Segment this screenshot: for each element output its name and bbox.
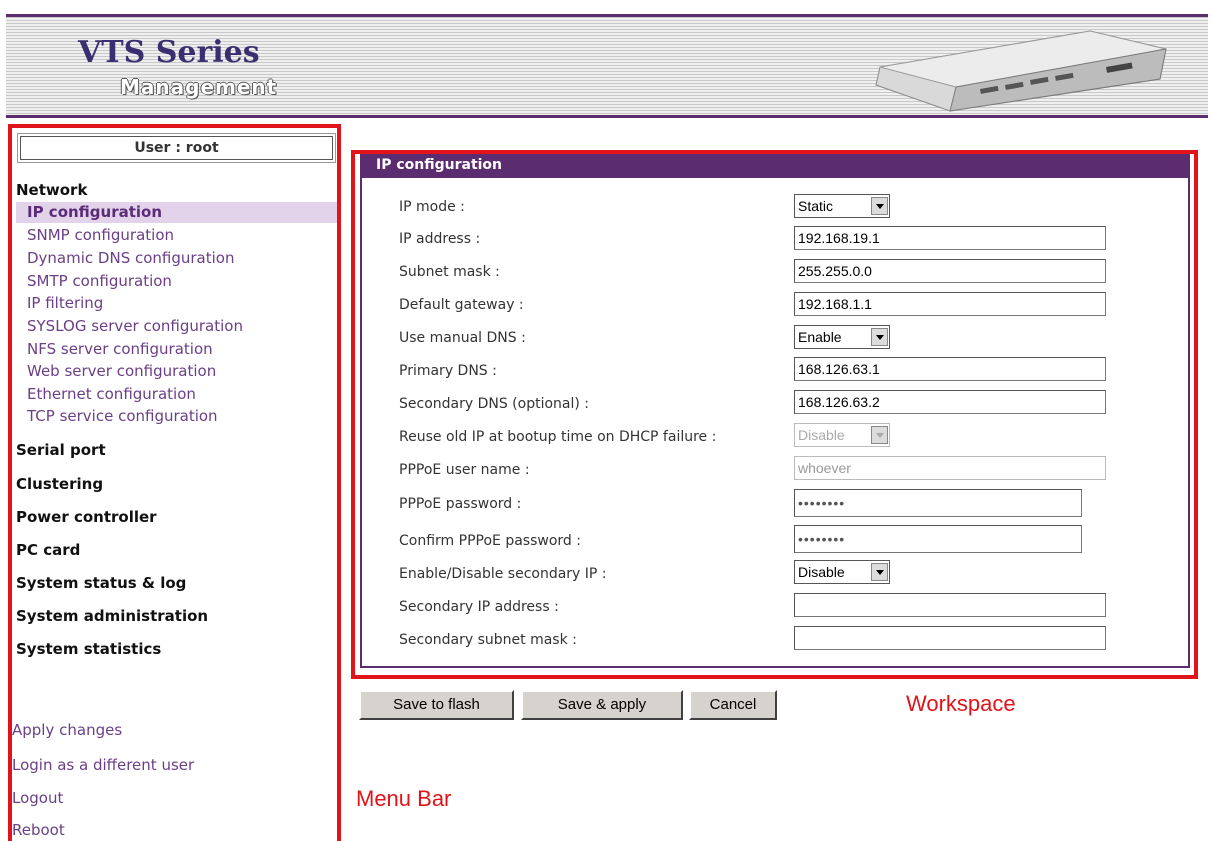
device-image (875, 30, 1167, 112)
save-and-apply-button[interactable]: Save & apply (521, 690, 683, 720)
cancel-button[interactable]: Cancel (689, 690, 777, 720)
menu-bar-highlight (8, 124, 341, 841)
brand-subtitle: Management (120, 75, 278, 99)
brand-title: VTS Series (78, 35, 260, 70)
workspace-highlight (351, 150, 1198, 679)
save-to-flash-button[interactable]: Save to flash (359, 690, 514, 720)
header-banner: VTS Series Management (6, 14, 1208, 118)
workspace-annotation-label: Workspace (906, 691, 1016, 716)
menu-bar-annotation-label: Menu Bar (356, 786, 452, 811)
